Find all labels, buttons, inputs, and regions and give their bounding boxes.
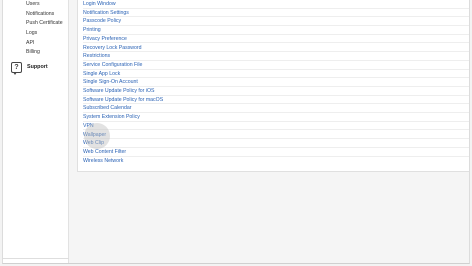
payload-link-web-content-filter[interactable]: Web Content Filter — [83, 148, 126, 156]
payload-link-recovery-lock-password[interactable]: Recovery Lock Password — [83, 44, 142, 52]
payload-link-wallpaper[interactable]: Wallpaper — [83, 131, 106, 139]
sidebar-divider — [3, 258, 69, 259]
payload-row: Single Sign-On Account — [83, 78, 469, 87]
payload-link-single-app-lock[interactable]: Single App Lock — [83, 70, 120, 78]
support-label: Support — [27, 64, 48, 70]
payload-link-privacy-preference[interactable]: Privacy Preference — [83, 35, 127, 43]
payload-row: Privacy Preference — [83, 35, 469, 44]
payload-row: Software Update Policy for iOS — [83, 87, 469, 96]
main-content: Login Window Notification Settings Passc… — [69, 0, 469, 263]
payload-row: Service Configuration File — [83, 61, 469, 70]
payload-link-notification-settings[interactable]: Notification Settings — [83, 9, 129, 17]
payload-link-printing[interactable]: Printing — [83, 26, 101, 34]
sidebar-item-api[interactable]: API — [26, 40, 34, 47]
payload-link-wireless-network[interactable]: Wireless Network — [83, 157, 123, 165]
payload-row: Restrictions — [83, 52, 469, 61]
payload-row: Printing — [83, 26, 469, 35]
payload-link-vpn[interactable]: VPN — [83, 122, 94, 130]
payload-row: System Extension Policy — [83, 113, 469, 122]
payload-row: Login Window — [83, 0, 469, 9]
payload-link-passcode-policy[interactable]: Passcode Policy — [83, 17, 121, 25]
sidebar: Users Notifications Push Certificate Log… — [3, 0, 69, 263]
app-window: Users Notifications Push Certificate Log… — [2, 0, 470, 264]
sidebar-item-push-certificate[interactable]: Push Certificate — [26, 20, 63, 27]
payload-row: Subscribed Calendar — [83, 104, 469, 114]
payload-link-service-configuration-file[interactable]: Service Configuration File — [83, 61, 142, 69]
sidebar-item-support[interactable]: ? Support — [11, 61, 48, 75]
sidebar-item-users[interactable]: Users — [26, 1, 40, 8]
payload-list-panel: Login Window Notification Settings Passc… — [77, 0, 469, 172]
payload-link-single-sign-on-account[interactable]: Single Sign-On Account — [83, 78, 138, 86]
payload-row: Web Clip — [83, 139, 469, 148]
sidebar-item-billing[interactable]: Billing — [26, 49, 40, 56]
payload-link-subscribed-calendar[interactable]: Subscribed Calendar — [83, 104, 131, 112]
payload-row: Wireless Network — [83, 157, 469, 166]
help-question-icon: ? — [11, 61, 22, 75]
payload-row: VPN — [83, 122, 469, 131]
payload-row: Recovery Lock Password — [83, 44, 469, 53]
payload-row: Single App Lock — [83, 70, 469, 79]
sidebar-item-notifications[interactable]: Notifications — [26, 11, 54, 18]
payload-link-restrictions[interactable]: Restrictions — [83, 52, 110, 60]
sidebar-item-logs[interactable]: Logs — [26, 30, 37, 37]
payload-row: Notification Settings — [83, 9, 469, 18]
payload-link-login-window[interactable]: Login Window — [83, 0, 116, 8]
payload-row: Web Content Filter — [83, 148, 469, 157]
payload-link-system-extension-policy[interactable]: System Extension Policy — [83, 113, 140, 121]
payload-link-web-clip[interactable]: Web Clip — [83, 139, 104, 147]
payload-row: Wallpaper — [83, 131, 469, 140]
payload-link-software-update-ios[interactable]: Software Update Policy for iOS — [83, 87, 155, 95]
payload-link-software-update-macos[interactable]: Software Update Policy for macOS — [83, 96, 163, 104]
payload-row: Passcode Policy — [83, 17, 469, 27]
payload-row: Software Update Policy for macOS — [83, 96, 469, 105]
